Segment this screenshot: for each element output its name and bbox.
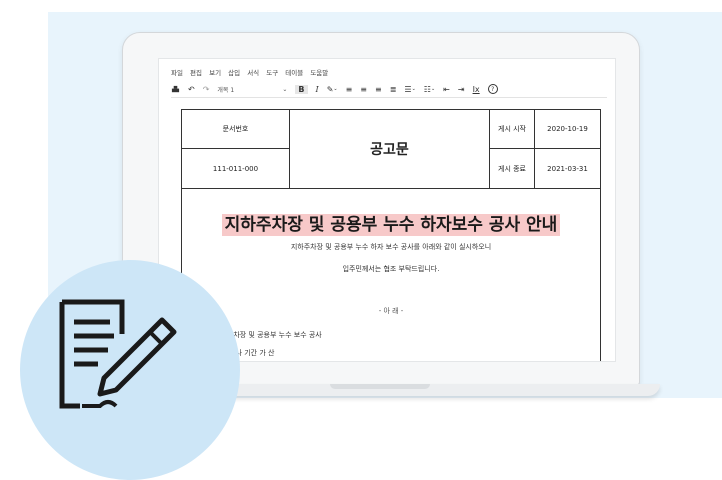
menu-format[interactable]: 서식: [247, 69, 259, 77]
document-header-table: 문서번호 111-011-000 공고문 게시 시작 2020-10-19 게시…: [182, 110, 600, 189]
section-separator: - 아 래 -: [378, 307, 404, 315]
align-justify-icon[interactable]: ≣: [390, 85, 397, 94]
paragraph-style-select[interactable]: 개목 1 ⌄: [217, 85, 287, 94]
menu-tools[interactable]: 도구: [266, 69, 278, 77]
help-icon[interactable]: ?: [487, 84, 498, 94]
menu-file[interactable]: 파일: [171, 69, 183, 77]
paragraph-style-value: 개목 1: [217, 86, 235, 94]
redo-icon[interactable]: ↷: [203, 85, 210, 94]
doc-number-label: 문서번호: [182, 110, 290, 148]
text-color-icon[interactable]: ✎ ⌄: [327, 85, 338, 94]
notice-heading: 공고문: [290, 110, 490, 188]
menu-help[interactable]: 도움말: [310, 69, 328, 77]
chevron-down-icon: ⌄: [282, 85, 288, 93]
clear-format-button[interactable]: Ix: [473, 85, 480, 94]
menu-edit[interactable]: 편집: [190, 69, 202, 77]
bullet-list-icon[interactable]: ☰ ⌄: [404, 85, 415, 94]
document-title: 지하주차장 및 공용부 누수 하자보수 공사 안내: [182, 210, 600, 236]
post-end-date: 2021-03-31: [547, 164, 588, 173]
editor-toolbar: ↶ ↷ 개목 1 ⌄ B I ✎ ⌄ ≡ ≡ ≡ ≣ ☰ ⌄ ☷ ⌄ ⇤ ⇥ Ix ?: [171, 81, 607, 98]
menu-view[interactable]: 보기: [209, 69, 221, 77]
align-right-icon[interactable]: ≡: [375, 85, 382, 94]
post-start-date: 2020-10-19: [547, 125, 588, 133]
document-title-text: 지하주차장 및 공용부 누수 하자보수 공사 안내: [221, 214, 561, 236]
body-line-2: 입주민께서는 협조 부탁드립니다.: [342, 265, 440, 273]
align-left-icon[interactable]: ≡: [346, 85, 353, 94]
laptop-notch: [330, 384, 430, 389]
indent-icon[interactable]: ⇥: [458, 85, 465, 94]
body-line-1: 지하주차장 및 공용부 누수 하자 보수 공사를 아래와 같이 실시하오니: [290, 243, 492, 251]
editor-screen: 파일 편집 보기 삽입 서식 도구 테이블 도움말 ↶ ↷ 개목 1 ⌄ B I…: [158, 58, 616, 362]
italic-button[interactable]: I: [316, 85, 319, 94]
document-pen-icon: [52, 294, 182, 418]
align-center-icon[interactable]: ≡: [360, 85, 367, 94]
numbered-list-icon[interactable]: ☷ ⌄: [424, 85, 435, 94]
menu-table[interactable]: 테이블: [285, 69, 303, 77]
menu-bar: 파일 편집 보기 삽입 서식 도구 테이블 도움말: [171, 67, 333, 77]
doc-number-value: 111-011-000: [182, 149, 290, 188]
outdent-icon[interactable]: ⇤: [443, 85, 450, 94]
bold-button[interactable]: B: [295, 84, 308, 94]
post-end-label: 게시 종료: [490, 149, 535, 188]
post-start-label: 게시 시작: [490, 110, 535, 148]
undo-icon[interactable]: ↶: [188, 85, 195, 94]
menu-insert[interactable]: 삽입: [228, 69, 240, 77]
print-icon[interactable]: [171, 85, 180, 94]
document-page: 문서번호 111-011-000 공고문 게시 시작 2020-10-19 게시…: [181, 109, 601, 361]
